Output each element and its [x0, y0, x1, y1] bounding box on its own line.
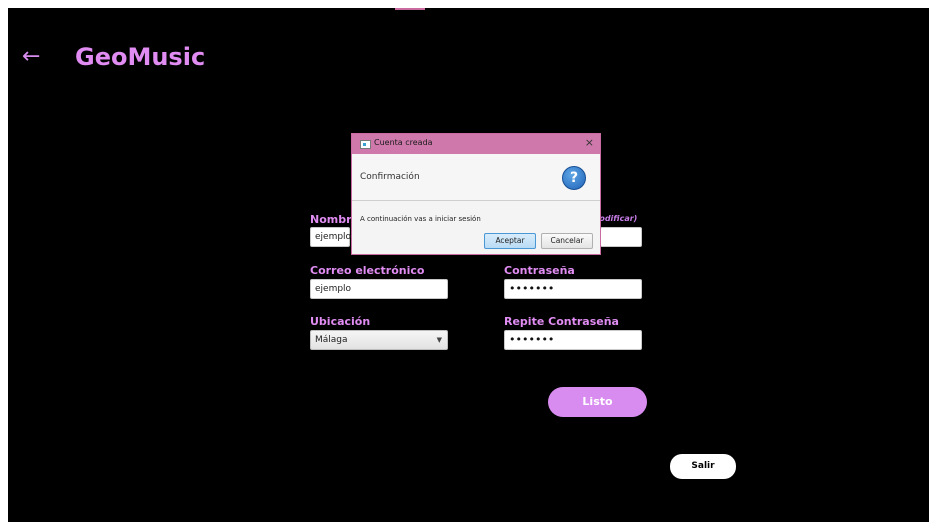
location-label: Ubicación — [310, 315, 371, 328]
repeat-password-input[interactable]: ••••••• — [504, 330, 642, 350]
location-select-value: Málaga — [315, 335, 348, 345]
app-title: GeoMusic — [75, 43, 206, 71]
confirmation-dialog: Cuenta creada × Confirmación ? A continu… — [351, 133, 601, 255]
dialog-header: Confirmación ? — [352, 154, 600, 201]
dialog-message: A continuación vas a iniciar sesión — [360, 215, 481, 223]
close-icon[interactable]: × — [585, 136, 594, 149]
username-input[interactable] — [600, 227, 642, 247]
chevron-down-icon: ▼ — [436, 336, 442, 344]
exit-button[interactable]: Salir — [670, 454, 736, 479]
dialog-header-text: Confirmación — [360, 172, 420, 182]
name-input[interactable]: ejemplo — [310, 227, 351, 247]
done-button[interactable]: Listo — [548, 387, 647, 417]
cancel-button[interactable]: Cancelar — [541, 233, 593, 249]
app-window: ← GeoMusic Nombre ejemplo modificar) Cor… — [8, 8, 929, 522]
password-label: Contraseña — [504, 264, 575, 277]
dialog-titlebar[interactable]: Cuenta creada × — [352, 134, 600, 154]
back-arrow-icon[interactable]: ← — [22, 46, 40, 68]
top-accent-bar — [395, 8, 425, 10]
accept-button[interactable]: Aceptar — [484, 233, 536, 249]
location-select[interactable]: Málaga ▼ — [310, 330, 448, 350]
email-input[interactable]: ejemplo — [310, 279, 448, 299]
dialog-title: Cuenta creada — [374, 138, 433, 147]
email-label: Correo electrónico — [310, 264, 425, 277]
password-input[interactable]: ••••••• — [504, 279, 642, 299]
window-icon — [360, 140, 371, 149]
repeat-password-label: Repite Contraseña — [504, 315, 619, 328]
question-icon: ? — [562, 166, 586, 190]
